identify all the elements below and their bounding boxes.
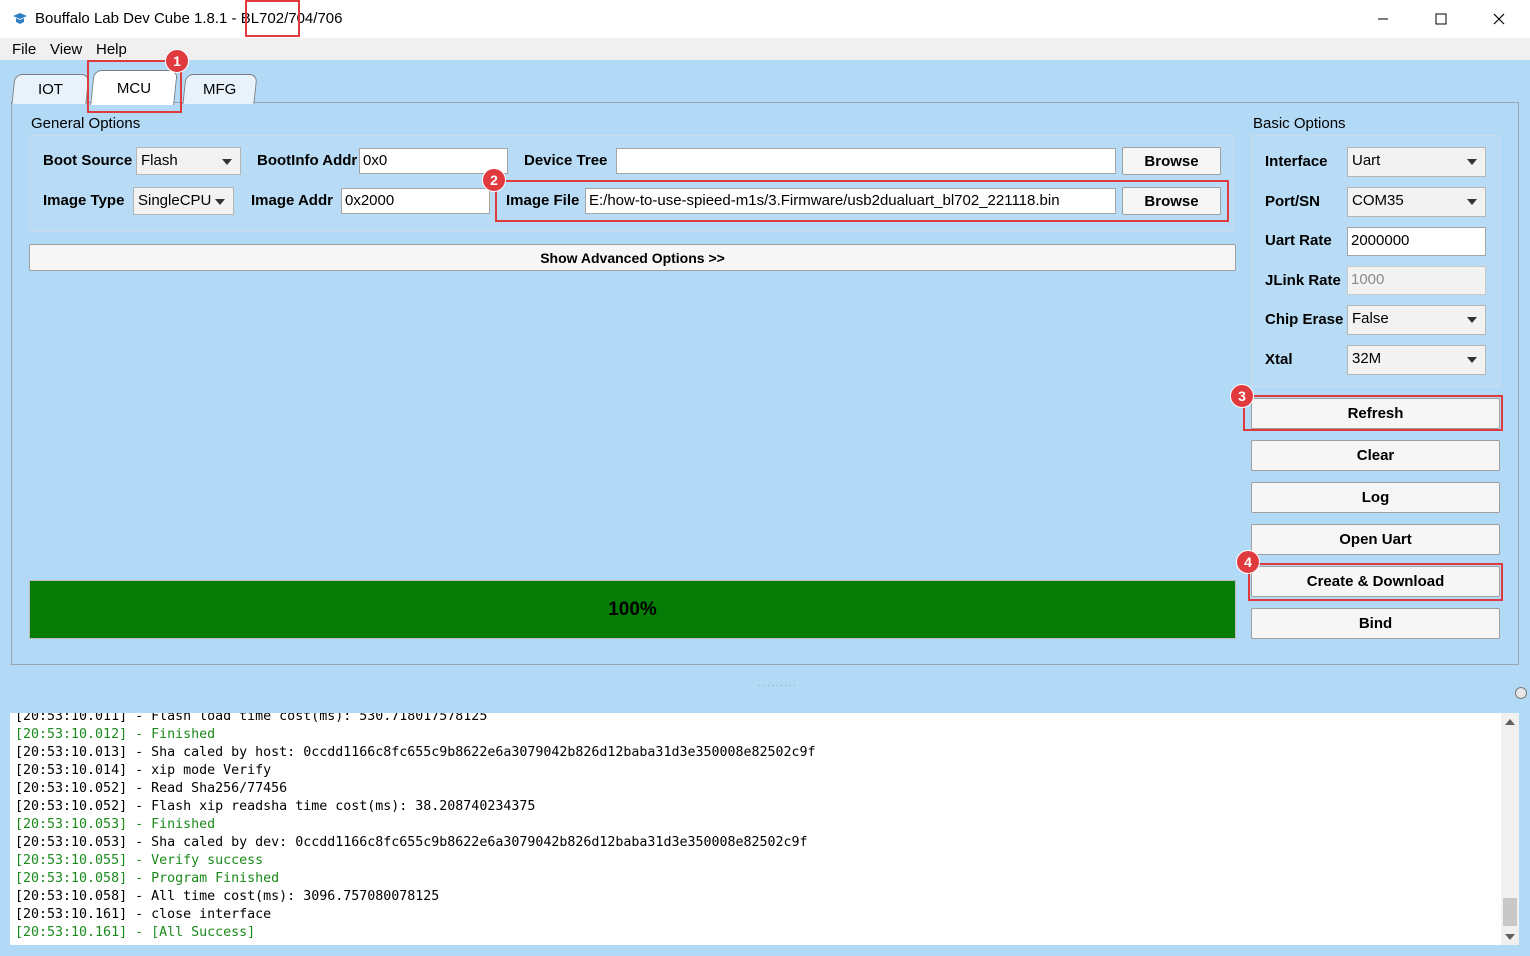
interface-select[interactable]: Uart [1347,147,1486,177]
minimize-icon [1378,18,1388,20]
progress-bar: 100% [29,580,1236,639]
log-button[interactable]: Log [1251,482,1500,513]
chevron-down-icon [1467,317,1477,323]
xtal-select[interactable]: 32M [1347,345,1486,375]
annotation-badge-2: 2 [482,168,506,192]
port-sn-select[interactable]: COM35 [1347,187,1486,217]
port-sn-label: Port/SN [1265,193,1321,210]
main-area: IOT MFG MCU 1 General Options Boot Sourc… [0,49,1530,710]
log-line: [20:53:10.053] - Sha caled by dev: 0ccdd… [15,835,808,850]
basic-options-title: Basic Options [1253,115,1346,132]
menu-file[interactable]: File [12,41,36,58]
tab-iot[interactable]: IOT [11,74,90,104]
progress-label: 100% [608,598,657,620]
log-line: [20:53:10.055] - Verify success [15,853,264,868]
image-type-select[interactable]: SingleCPU [133,187,234,215]
device-tree-field[interactable] [616,148,1116,174]
log-line: [20:53:10.011] - Flash load time cost(ms… [15,713,488,724]
maximize-icon [1435,13,1447,25]
clear-button[interactable]: Clear [1251,440,1500,471]
chevron-down-icon [222,159,232,165]
image-addr-label: Image Addr [251,192,333,209]
menu-view[interactable]: View [50,41,82,58]
menu-help[interactable]: Help [96,41,127,58]
chevron-down-icon [215,199,225,205]
close-button[interactable] [1470,0,1528,38]
log-line: [20:53:10.052] - Flash xip readsha time … [15,799,536,814]
chevron-down-icon [1467,159,1477,165]
tab-mfg[interactable]: MFG [182,74,258,104]
log-line: [20:53:10.053] - Finished [15,817,216,832]
log-line: [20:53:10.013] - Sha caled by host: 0ccd… [15,745,816,760]
annotation-badge-1: 1 [165,49,189,73]
menu-bar: File View Help [0,38,1530,60]
refresh-highlight-box [1243,395,1503,431]
log-line: [20:53:10.012] - Finished [15,727,216,742]
log-line: [20:53:10.058] - Program Finished [15,871,280,886]
interface-label: Interface [1265,153,1328,170]
minimize-button[interactable] [1354,0,1412,38]
device-tree-browse-button[interactable]: Browse [1122,147,1221,175]
arrow-down-icon [1505,933,1515,940]
chevron-down-icon [1467,357,1477,363]
bootinfo-addr-label: BootInfo Addr [257,152,358,169]
show-advanced-options-button[interactable]: Show Advanced Options >> [29,244,1236,271]
image-file-highlight-box [495,180,1229,222]
close-icon [1493,13,1505,25]
annotation-badge-3: 3 [1230,384,1254,408]
device-tree-label: Device Tree [524,152,608,169]
log-line: [20:53:10.161] - [All Success] [15,925,256,940]
arrow-up-icon [1505,718,1515,725]
log-output[interactable]: [20:53:10.011] - Flash load time cost(ms… [10,713,1519,945]
general-options-title: General Options [31,115,141,132]
chevron-down-icon [1467,199,1477,205]
chip-erase-select[interactable]: False [1347,305,1486,335]
maximize-button[interactable] [1412,0,1470,38]
annotation-badge-4: 4 [1236,550,1260,574]
scroll-down-button[interactable] [1501,928,1519,945]
log-lines: [20:53:10.011] - Flash load time cost(ms… [15,713,816,942]
image-addr-field[interactable]: 0x2000 [341,188,490,214]
jlink-rate-label: JLink Rate [1265,272,1341,289]
log-line: [20:53:10.014] - xip mode Verify [15,763,272,778]
jlink-rate-field: 1000 [1347,266,1486,295]
boot-source-select[interactable]: Flash [136,147,241,175]
chip-erase-label: Chip Erase [1265,311,1344,328]
restore-icon[interactable] [1515,687,1527,699]
right-strip [1519,710,1530,956]
log-line: [20:53:10.052] - Read Sha256/77456 [15,781,288,796]
boot-source-label: Boot Source [43,152,133,169]
bind-button[interactable]: Bind [1251,608,1500,639]
log-scrollbar[interactable] [1501,713,1519,945]
log-top-strip [0,700,1530,713]
xtal-label: Xtal [1265,351,1293,368]
chip-highlight-box [245,0,300,37]
image-type-label: Image Type [43,192,125,209]
scroll-up-button[interactable] [1501,713,1519,730]
log-line: [20:53:10.161] - close interface [15,907,272,922]
uart-rate-field[interactable]: 2000000 [1347,227,1486,256]
splitter-handle[interactable]: ········· [758,680,797,691]
open-uart-button[interactable]: Open Uart [1251,524,1500,555]
log-line: [20:53:10.058] - All time cost(ms): 3096… [15,889,440,904]
app-logo-icon [13,13,27,24]
uart-rate-label: Uart Rate [1265,232,1332,249]
bottom-strip [0,945,1530,956]
left-strip [0,710,10,956]
title-bar: Bouffalo Lab Dev Cube 1.8.1 - BL702/704/… [0,0,1530,38]
create-download-highlight-box [1248,563,1503,601]
scrollbar-thumb[interactable] [1503,898,1517,926]
